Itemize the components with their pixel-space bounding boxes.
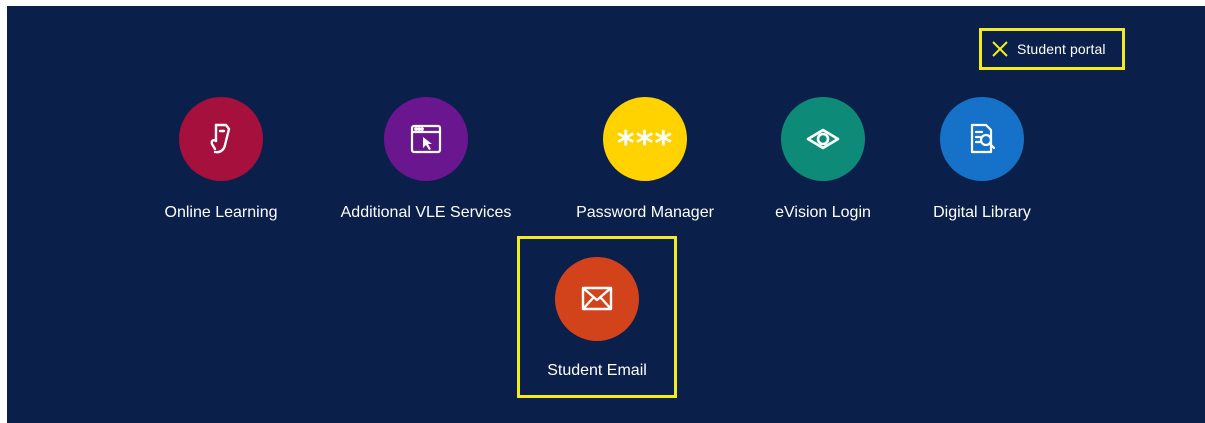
hand-phone-icon (210, 123, 231, 154)
password-manager-label: Password Manager (576, 204, 714, 221)
evision-login-circle (781, 97, 865, 181)
additional-vle-circle (384, 97, 468, 181)
envelope-icon (581, 286, 613, 311)
password-manager-circle: *** (603, 97, 687, 181)
student-email-circle (555, 257, 639, 341)
evision-login-label: eVision Login (775, 204, 871, 221)
online-learning-label: Online Learning (164, 204, 278, 221)
additional-vle-label: Additional VLE Services (340, 204, 512, 221)
document-search-icon (970, 123, 996, 154)
close-button-label: Student portal (1017, 41, 1106, 57)
online-learning-circle (179, 97, 263, 181)
eye-icon (806, 128, 840, 150)
close-icon (992, 41, 1008, 57)
asterisks-icon: *** (616, 124, 674, 164)
student-email-label: Student Email (547, 362, 647, 379)
close-student-portal-button[interactable]: Student portal (979, 28, 1125, 70)
browser-cursor-icon (410, 124, 442, 154)
digital-library-label: Digital Library (933, 204, 1031, 221)
digital-library-circle (940, 97, 1024, 181)
